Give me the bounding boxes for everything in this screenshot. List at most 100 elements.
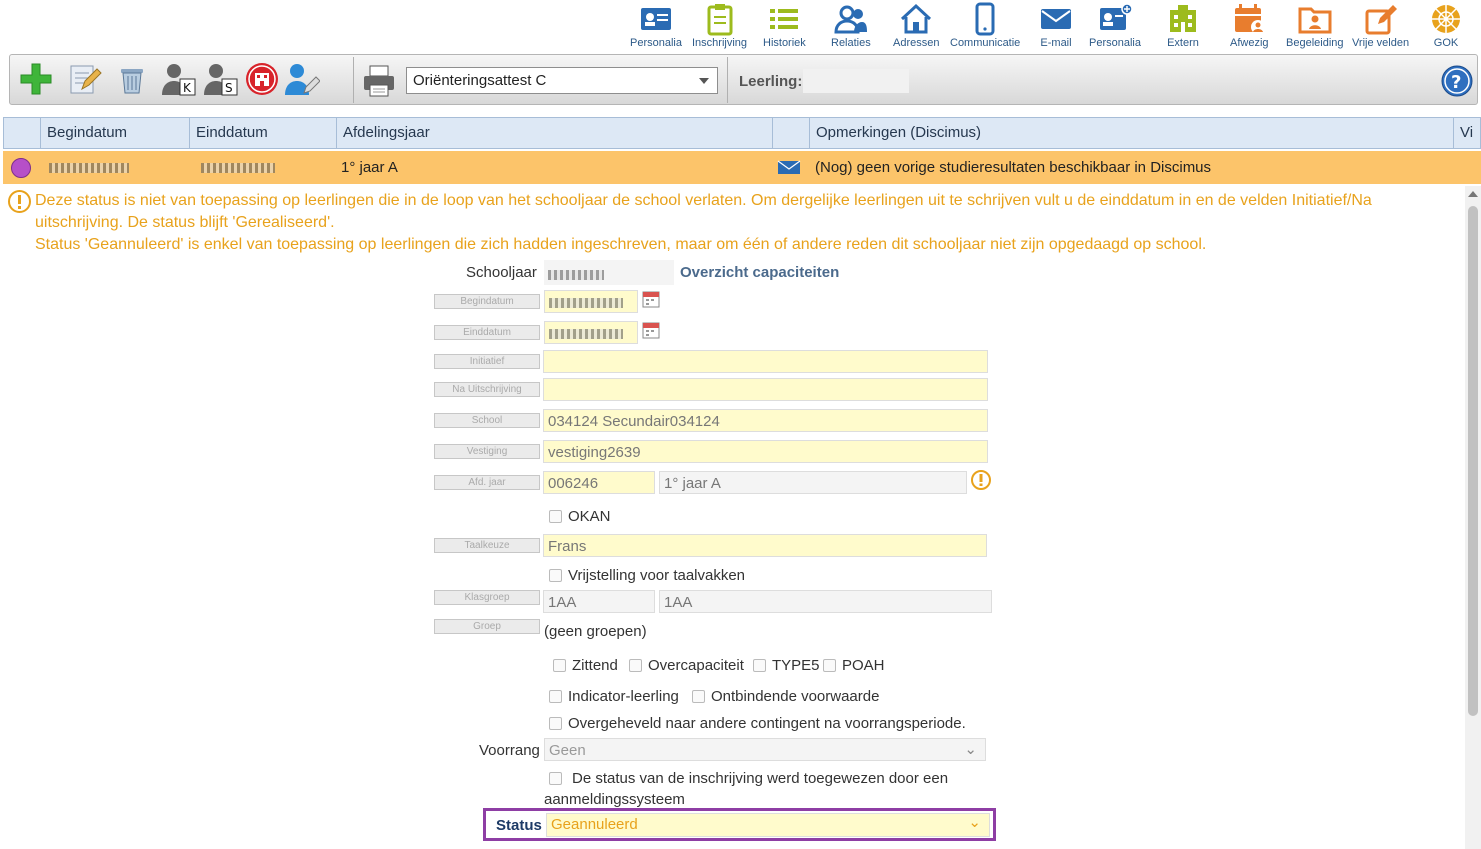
chevron-down-icon [699,78,709,84]
school-field[interactable]: 034124 Secundair034124 [543,409,988,432]
begindatum-label: Begindatum [434,294,540,309]
indicator-checkbox[interactable]: Indicator-leerling [549,688,679,705]
top-navigation: Personalia Inschrijving Historiek Relati… [620,0,1481,52]
calendar-icon[interactable] [642,290,660,308]
vertical-scrollbar[interactable] [1465,186,1481,849]
vrijstelling-checkbox[interactable]: Vrijstelling voor taalvakken [549,567,745,584]
aanmelding-checkbox[interactable]: De status van de inschrijving werd toege… [549,770,948,787]
checkbox-box[interactable] [553,659,566,672]
list-icon [770,9,799,29]
column-begindatum[interactable]: Begindatum [40,118,189,148]
delete-bin-icon[interactable] [114,61,150,97]
na-uitschrijving-field[interactable] [543,378,988,401]
school-building-icon[interactable] [244,61,280,97]
scroll-up-icon[interactable] [1468,191,1478,197]
nav-vrije-velden[interactable]: Vrije velden [1352,2,1409,49]
einddatum-label: Einddatum [434,325,540,340]
begindatum-field[interactable] [544,290,638,313]
status-highlight: Status Geannuleerd ⌄ [483,808,996,841]
schooljaar-label: Schooljaar [466,264,537,281]
afd-code-field[interactable]: 006246 [543,471,655,494]
nav-communicatie[interactable]: Communicatie [950,2,1020,49]
user-s-icon[interactable]: S [202,61,238,97]
calendar-icon[interactable] [642,321,660,339]
klasgroep-label: Klasgroep [434,590,540,605]
row-begindatum [43,151,129,184]
info-warning-icon[interactable] [971,470,991,490]
taalkeuze-field[interactable]: Frans [543,534,987,557]
svg-text:S: S [225,81,233,95]
scrollbar-thumb[interactable] [1468,206,1478,716]
printer-icon[interactable] [361,63,397,99]
document-select-value: Oriënteringsattest C [413,72,547,89]
checkbox-box[interactable] [549,510,562,523]
type5-checkbox[interactable]: TYPE5 [753,657,820,674]
checkbox-box[interactable] [823,659,836,672]
vestiging-label: Vestiging [434,444,540,459]
checkbox-box[interactable] [549,569,562,582]
nav-email[interactable]: E-mail [1039,2,1073,49]
checkbox-box[interactable] [692,690,705,703]
status-select[interactable]: Geannuleerd ⌄ [546,813,990,837]
column-vi[interactable]: Vi [1453,118,1481,148]
house-icon [901,3,932,34]
overcapaciteit-checkbox[interactable]: Overcapaciteit [629,657,744,674]
svg-text:K: K [183,81,192,95]
column-icon[interactable] [772,118,809,148]
nav-relaties[interactable]: Relaties [831,2,871,49]
nav-personalia[interactable]: Personalia [630,2,682,49]
vestiging-field[interactable]: vestiging2639 [543,440,988,463]
afd-name-field: 1° jaar A [659,471,967,494]
checkbox-box[interactable] [549,772,562,785]
nav-inschrijving[interactable]: Inschrijving [692,2,747,49]
initiatief-field[interactable] [543,350,988,373]
network-icon [1432,5,1460,33]
nav-extern[interactable]: Extern [1166,2,1200,49]
user-edit-icon[interactable] [284,61,320,97]
edit-icon [1365,5,1397,35]
building-icon [1170,5,1196,32]
afd-jaar-label: Afd. jaar [434,475,540,490]
voorrang-select[interactable]: Geen ⌄ [544,738,986,761]
ontbindende-checkbox[interactable]: Ontbindende voorwaarde [692,688,879,705]
message-envelope-icon[interactable] [777,160,801,175]
einddatum-field[interactable] [544,321,638,344]
grid-header: Begindatum Einddatum Afdelingsjaar Opmer… [3,117,1481,149]
user-k-icon[interactable]: K [160,61,196,97]
toolbar-separator [353,57,354,103]
checkbox-box[interactable] [753,659,766,672]
nav-begeleiding[interactable]: Begeleiding [1286,2,1344,49]
taalkeuze-label: Taalkeuze [434,538,540,553]
column-afdelingsjaar[interactable]: Afdelingsjaar [336,118,772,148]
phone-icon [975,2,995,36]
add-icon[interactable] [18,61,54,97]
edit-document-icon[interactable] [66,61,102,97]
klasgroep-name-field: 1AA [659,590,992,613]
aanmelding-text-2: aanmeldingssysteem [544,791,685,808]
toolbar: K S Oriënteringsattest C Leerling: ? [9,54,1478,105]
nav-adressen[interactable]: Adressen [893,2,939,49]
status-label: Status [496,817,542,834]
overgeheveld-checkbox[interactable]: Overgeheveld naar andere contingent na v… [549,715,966,732]
help-icon[interactable]: ? [1441,65,1473,97]
leerling-label: Leerling: [739,73,803,90]
table-row[interactable]: 1° jaar A (Nog) geen vorige studieresult… [3,151,1481,184]
column-einddatum[interactable]: Einddatum [189,118,336,148]
okan-checkbox[interactable]: OKAN [549,508,611,525]
document-select[interactable]: Oriënteringsattest C [406,67,718,94]
nav-afwezig[interactable]: Afwezig [1230,2,1269,49]
nav-gok[interactable]: GOK [1429,2,1463,49]
initiatief-label: Initiatief [434,354,540,369]
checkbox-box[interactable] [549,717,562,730]
nav-personalia-extra[interactable]: Personalia [1089,2,1141,49]
poah-checkbox[interactable]: POAH [823,657,885,674]
capaciteit-link[interactable]: Overzicht capaciteiten [680,264,839,281]
column-opmerkingen[interactable]: Opmerkingen (Discimus) [809,118,1453,148]
toolbar-separator [727,57,728,103]
checkbox-box[interactable] [549,690,562,703]
zittend-checkbox[interactable]: Zittend [553,657,618,674]
nav-historiek[interactable]: Historiek [763,2,806,49]
groep-label: Groep [434,619,540,634]
checkbox-box[interactable] [629,659,642,672]
folder-person-icon [1298,7,1332,34]
